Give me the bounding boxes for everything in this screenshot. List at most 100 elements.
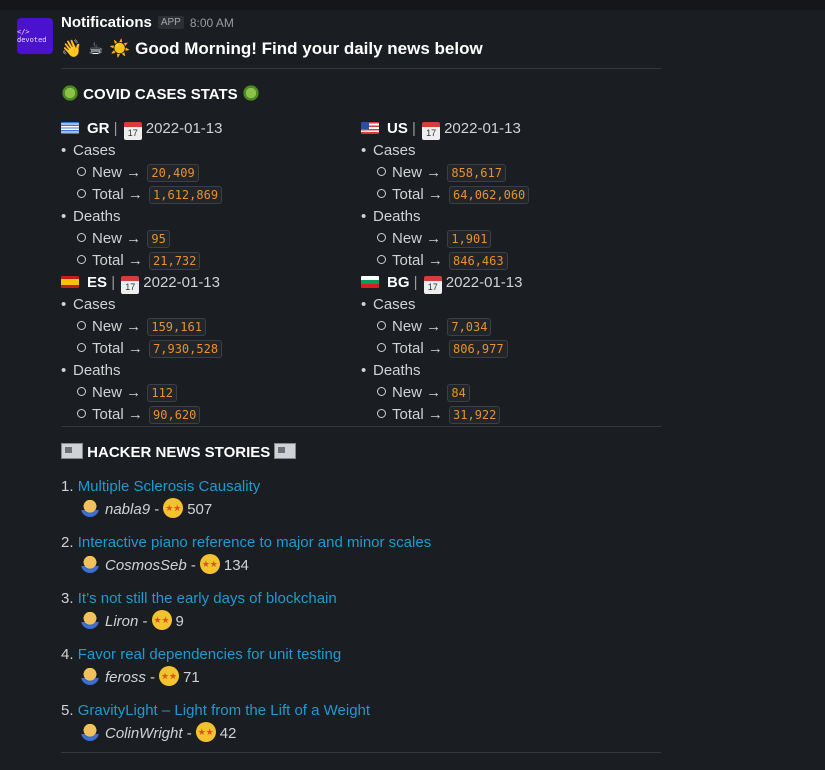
- deaths-total-value: 90,620: [149, 406, 201, 424]
- star-struck-icon: [159, 665, 180, 687]
- star-struck-icon: [151, 609, 172, 631]
- deaths-new-value: 1,901: [447, 230, 492, 248]
- story-number: 3.: [61, 590, 74, 607]
- total-label: Total →: [392, 252, 443, 269]
- star-struck-icon: [195, 721, 216, 743]
- country-code: ES: [87, 274, 108, 291]
- covid-grid: GR | 17 2022-01-13 • Cases New → 20,409 To…: [61, 118, 661, 426]
- cases-label: Cases: [73, 142, 116, 159]
- cases-new-value: 858,617: [447, 164, 506, 182]
- story-score: 134: [223, 557, 249, 574]
- story-link[interactable]: Interactive piano reference to major and…: [78, 534, 432, 551]
- total-label: Total →: [92, 340, 143, 357]
- cases-label: Cases: [73, 296, 116, 313]
- country-block-bg: BG | 17 2022-01-13 • Cases New → 7,034 Tot…: [361, 274, 523, 424]
- spain-flag-icon: [61, 276, 79, 288]
- dash: -: [186, 725, 192, 742]
- country-block-gr: GR | 17 2022-01-13 • Cases New → 20,409 To…: [61, 120, 223, 270]
- deaths-total-value: 21,732: [149, 252, 201, 270]
- divider: [61, 68, 661, 69]
- cases-total-value: 64,062,060: [449, 186, 530, 204]
- covid-title-text: COVID CASES STATS: [83, 86, 238, 103]
- message: Notifications APP 8:00 AM 👋 ☕ ☀️ Good Mo…: [61, 14, 661, 753]
- deaths-label: Deaths: [73, 362, 121, 379]
- story-author: feross: [105, 669, 146, 686]
- greeting-text: Good Morning! Find your daily news below: [135, 39, 483, 58]
- calendar-icon: 17: [422, 122, 441, 140]
- story-number: 1.: [61, 478, 74, 495]
- story-link[interactable]: Favor real dependencies for unit testing: [78, 646, 342, 663]
- story-link[interactable]: It’s not still the early days of blockch…: [78, 590, 337, 607]
- story-author: CosmosSeb: [105, 557, 187, 574]
- cases-label: Cases: [373, 142, 416, 159]
- deaths-label: Deaths: [73, 208, 121, 225]
- story-number: 2.: [61, 534, 74, 551]
- country-date: 2022-01-13: [444, 120, 521, 137]
- virus-icon: [241, 84, 260, 102]
- greece-flag-icon: [61, 122, 79, 134]
- deaths-label: Deaths: [373, 208, 421, 225]
- cases-new-value: 20,409: [147, 164, 199, 182]
- hn-title: HACKER NEWS STORIES: [61, 442, 661, 464]
- story-item: 1. Multiple Sclerosis Causality nabla9 -…: [61, 476, 661, 520]
- cases-label: Cases: [373, 296, 416, 313]
- message-header: Notifications APP 8:00 AM: [61, 14, 661, 36]
- new-label: New →: [392, 230, 442, 247]
- story-number: 5.: [61, 702, 74, 719]
- person-icon: [81, 723, 99, 741]
- new-label: New →: [92, 318, 142, 335]
- story-item: 4. Favor real dependencies for unit test…: [61, 644, 661, 688]
- message-time[interactable]: 8:00 AM: [190, 16, 234, 30]
- divider: [61, 752, 661, 753]
- country-block-es: ES | 17 2022-01-13 • Cases New → 159,161 T…: [61, 272, 351, 426]
- calendar-icon: 17: [121, 276, 140, 294]
- total-label: Total →: [92, 406, 143, 423]
- cases-total-value: 7,930,528: [149, 340, 223, 358]
- cases-total-value: 1,612,869: [149, 186, 223, 204]
- new-label: New →: [392, 164, 442, 181]
- story-author: Liron: [105, 613, 139, 630]
- story-score: 42: [219, 725, 237, 742]
- story-author: nabla9: [105, 501, 151, 518]
- cases-new-value: 159,161: [147, 318, 206, 336]
- story-item: 5. GravityLight – Light from the Lift of…: [61, 700, 661, 744]
- total-label: Total →: [392, 406, 443, 423]
- newspaper-icon: [61, 443, 83, 459]
- virus-icon: [61, 84, 79, 102]
- new-label: New →: [92, 230, 142, 247]
- divider: [61, 426, 661, 427]
- deaths-total-value: 31,922: [449, 406, 501, 424]
- story-number: 4.: [61, 646, 74, 663]
- dash: -: [154, 501, 160, 518]
- app-badge: APP: [157, 16, 184, 29]
- dash: -: [142, 613, 148, 630]
- person-icon: [81, 611, 99, 629]
- dash: -: [190, 557, 196, 574]
- country-code: BG: [387, 274, 410, 291]
- country-date: 2022-01-13: [143, 274, 220, 291]
- story-link[interactable]: GravityLight – Light from the Lift of a …: [78, 702, 370, 719]
- country-date: 2022-01-13: [145, 120, 223, 137]
- top-bar: [0, 0, 825, 10]
- greeting-emoji: 👋 ☕ ☀️: [61, 39, 131, 59]
- new-label: New →: [392, 384, 442, 401]
- hn-title-text: HACKER NEWS STORIES: [87, 444, 271, 461]
- total-label: Total →: [92, 186, 143, 203]
- country-code: US: [387, 120, 408, 137]
- calendar-icon: 17: [423, 276, 442, 294]
- deaths-label: Deaths: [373, 362, 421, 379]
- story-score: 507: [187, 501, 213, 518]
- new-label: New →: [92, 384, 142, 401]
- total-label: Total →: [92, 252, 143, 269]
- sender-name[interactable]: Notifications: [61, 14, 152, 31]
- story-item: 3. It’s not still the early days of bloc…: [61, 588, 661, 632]
- greeting-line: 👋 ☕ ☀️ Good Morning! Find your daily new…: [61, 36, 661, 62]
- story-score: 9: [175, 613, 184, 630]
- avatar[interactable]: </> devoted: [17, 18, 53, 54]
- story-link[interactable]: Multiple Sclerosis Causality: [78, 478, 261, 495]
- star-struck-icon: [163, 497, 184, 519]
- avatar-text: </> devoted: [17, 28, 47, 44]
- new-label: New →: [92, 164, 142, 181]
- person-icon: [81, 555, 99, 573]
- cases-new-value: 7,034: [447, 318, 492, 336]
